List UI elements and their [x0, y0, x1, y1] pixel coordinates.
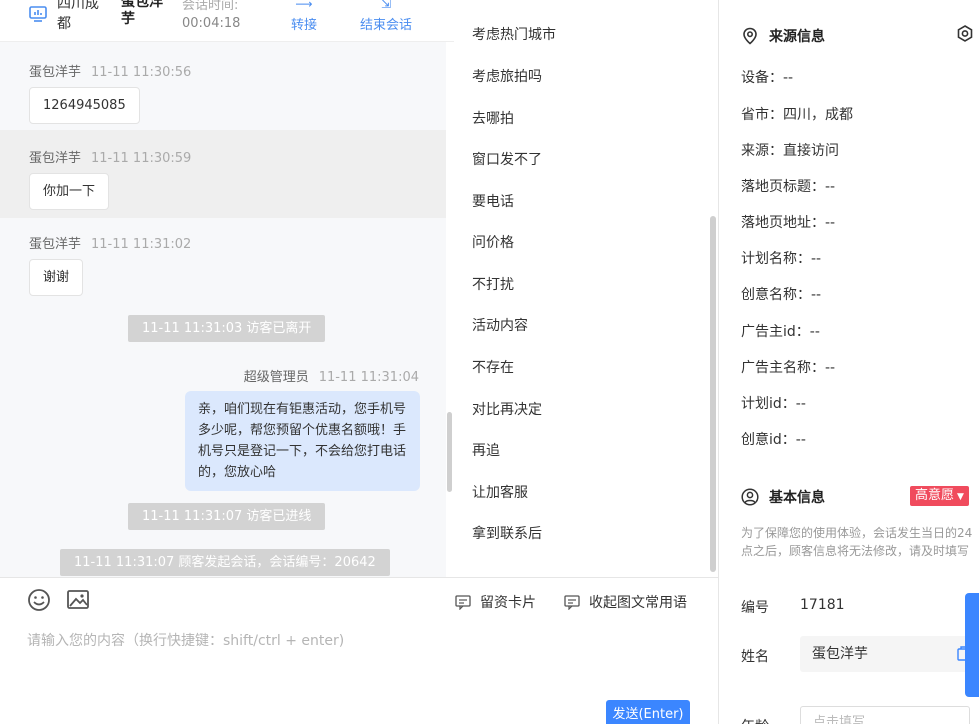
collapse-phrases-label: 收起图文常用语	[589, 595, 687, 611]
edit-notice: 为了保障您的使用体验，会话发生当日的24点之后，顾客信息将无法修改，请及时填写	[741, 526, 973, 558]
phrase-item[interactable]: 考虑旅拍吗	[472, 66, 542, 86]
lead-card-label: 留资卡片	[480, 595, 536, 611]
source-field-device: 设备：--	[741, 70, 794, 86]
phrase-item[interactable]: 对比再决定	[472, 399, 542, 419]
emoji-icon[interactable]	[27, 588, 51, 612]
phrase-item[interactable]: 考虑热门城市	[472, 24, 556, 44]
exit-icon: ⇲	[380, 0, 392, 11]
phrases-scrollbar[interactable]	[710, 216, 716, 572]
phrase-item[interactable]: 去哪拍	[472, 108, 514, 128]
message-sender: 蛋包洋芋 11-11 11:31:02	[29, 233, 191, 252]
message-bubble: 你加一下	[29, 173, 110, 210]
message-time: 11-11 11:30:59	[91, 151, 192, 166]
id-label: 编号	[741, 600, 769, 616]
source-field-landing-title: 落地页标题：--	[741, 179, 836, 195]
chat-header: 四川成都 蛋包洋芋 会话时间: 00:04:18 ⟶ 转接 ⇲ 结束会话	[0, 0, 454, 42]
age-label: 年龄	[741, 716, 769, 724]
phrase-item[interactable]: 让加客服	[472, 482, 528, 502]
agent-message-bubble: 亲，咱们现在有钜惠活动，您手机号多少呢，帮您预留个优惠名额哦！手机号只是登记一下…	[185, 391, 420, 491]
source-info-title: 来源信息	[741, 26, 825, 46]
source-field-plan-name: 计划名称：--	[741, 251, 822, 267]
message-list[interactable]: 蛋包洋芋 11-11 11:30:56 1264945085 蛋包洋芋 11-11 …	[0, 42, 446, 577]
transfer-button[interactable]: ⟶ 转接	[291, 0, 317, 33]
message-input[interactable]	[27, 630, 687, 690]
phrase-item[interactable]: 活动内容	[472, 315, 528, 335]
message-time: 11-11 11:31:02	[91, 237, 192, 252]
phrase-item[interactable]: 不存在	[472, 357, 514, 377]
duration-label: 会话时间:	[182, 0, 239, 13]
phrase-item[interactable]: 窗口发不了	[472, 149, 542, 169]
phrase-item[interactable]: 拿到联系后	[472, 523, 542, 543]
phrase-item[interactable]: 不打扰	[472, 274, 514, 294]
source-field-source: 来源：直接访问	[741, 143, 839, 159]
lead-card-button[interactable]: 留资卡片	[455, 592, 536, 612]
source-field-creative-name: 创意名称：--	[741, 287, 822, 303]
source-field-creative-id: 创意id：--	[741, 432, 806, 448]
sender-name: 蛋包洋芋	[29, 65, 82, 80]
source-field-advertiser-name: 广告主名称：--	[741, 360, 836, 376]
basic-info-title: 基本信息	[741, 487, 825, 507]
send-button[interactable]: 发送(Enter)	[606, 700, 690, 724]
visitor-message: 蛋包洋芋 11-11 11:30:56 1264945085	[0, 42, 446, 130]
message-sender: 蛋包洋芋 11-11 11:30:59	[29, 147, 191, 166]
message-time: 11-11 11:31:04	[318, 370, 419, 385]
message-time: 11-11 11:30:56	[91, 65, 192, 80]
source-field-landing-url: 落地页地址：--	[741, 215, 836, 231]
end-session-button[interactable]: ⇲ 结束会话	[360, 0, 412, 33]
name-label: 姓名	[741, 649, 769, 665]
age-input[interactable]	[800, 706, 970, 724]
message-icon	[564, 595, 580, 610]
basic-info-title-text: 基本信息	[769, 490, 825, 506]
system-notice-entered: 11-11 11:31:07 访客已进线	[128, 503, 326, 530]
phrase-item[interactable]: 要电话	[472, 191, 514, 211]
message-bubble: 谢谢	[29, 259, 84, 296]
card-icon	[455, 595, 471, 610]
transfer-label: 转接	[291, 18, 318, 33]
name-field[interactable]: 蛋包洋芋	[800, 636, 970, 672]
session-duration: 00:04:18	[182, 16, 241, 31]
caret-down-icon: ▼	[957, 492, 964, 502]
user-icon	[741, 488, 759, 506]
floating-service-widget[interactable]	[965, 593, 979, 697]
location-pin-icon	[743, 27, 757, 45]
system-notice-started: 11-11 11:31:07 顾客发起会话，会话编号：20642	[60, 549, 390, 576]
visitor-location: 四川成都	[57, 0, 99, 32]
sender-name: 蛋包洋芋	[29, 151, 82, 166]
arrow-right-icon: ⟶	[295, 0, 313, 11]
id-value: 17181	[800, 597, 845, 613]
source-field-advertiser-id: 广告主id：--	[741, 324, 820, 340]
visitor-message: 蛋包洋芋 11-11 11:30:59 你加一下	[0, 130, 446, 218]
composer: 留资卡片 收起图文常用语 发送(Enter)	[0, 577, 718, 724]
phrase-item[interactable]: 再追	[472, 440, 500, 460]
intent-dropdown[interactable]: 高意愿 ▼	[910, 486, 969, 506]
settings-icon[interactable]	[955, 24, 975, 44]
message-sender: 蛋包洋芋 11-11 11:30:56	[29, 61, 191, 80]
source-info-title-text: 来源信息	[769, 29, 825, 45]
source-field-region: 省市：四川，成都	[741, 107, 853, 123]
chat-scrollbar[interactable]	[447, 412, 452, 492]
collapse-phrases-button[interactable]: 收起图文常用语	[564, 592, 687, 612]
image-icon[interactable]	[66, 588, 90, 612]
system-notice-left: 11-11 11:31:03 访客已离开	[128, 315, 326, 342]
phrase-item[interactable]: 问价格	[472, 232, 514, 252]
info-panel: 来源信息 设备：-- 省市：四川，成都 来源：直接访问 落地页标题：-- 落地页…	[718, 0, 979, 724]
sender-name: 超级管理员	[243, 370, 309, 385]
visitor-name: 蛋包洋芋	[121, 0, 163, 27]
message-bubble: 1264945085	[29, 87, 140, 124]
agent-sender: 超级管理员 11-11 11:31:04	[244, 366, 419, 385]
monitor-icon	[29, 6, 47, 22]
sender-name: 蛋包洋芋	[29, 237, 82, 252]
intent-label: 高意愿	[915, 488, 955, 503]
quick-phrases-panel: 考虑热门城市 考虑旅拍吗 去哪拍 窗口发不了 要电话 问价格 不打扰 活动内容 …	[454, 0, 718, 577]
visitor-message: 蛋包洋芋 11-11 11:31:02 谢谢	[0, 218, 446, 308]
end-session-label: 结束会话	[360, 18, 413, 33]
source-field-plan-id: 计划id：--	[741, 396, 806, 412]
